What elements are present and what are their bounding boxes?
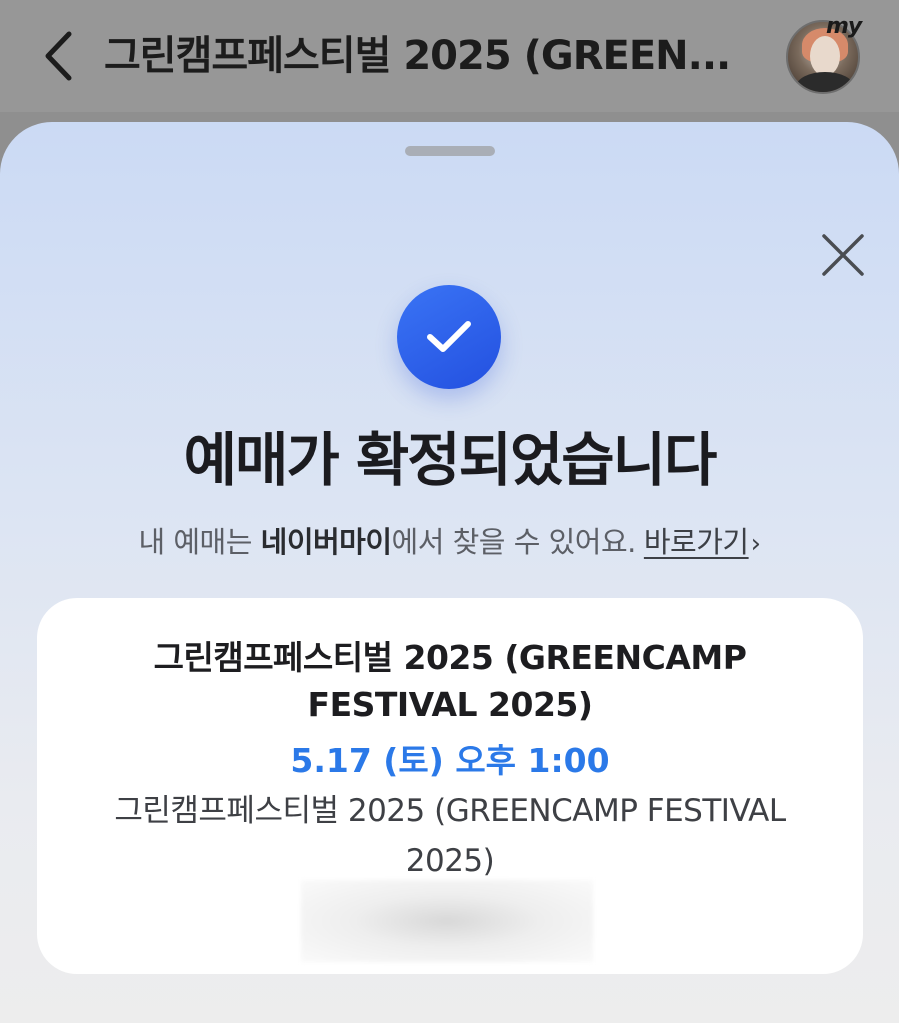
back-arrow-icon	[45, 31, 72, 81]
sheet-drag-handle[interactable]	[405, 146, 495, 156]
confirmation-sheet: 예매가 확정되었습니다 내 예매는 네이버마이에서 찾을 수 있어요. 바로가기›…	[0, 122, 899, 1023]
chevron-right-icon[interactable]: ›	[751, 529, 761, 559]
subtext-suffix: 에서 찾을 수 있어요.	[391, 525, 637, 559]
page-title: 그린캠프페스티벌 2025 (GREEN...	[104, 33, 731, 79]
my-profile-button[interactable]: my	[782, 14, 866, 96]
confirmation-headline: 예매가 확정되었습니다	[183, 426, 718, 494]
close-icon	[822, 234, 864, 276]
ticket-title: 그린캠프페스티벌 2025 (GREENCAMP FESTIVAL 2025)	[153, 638, 747, 724]
close-button[interactable]	[818, 230, 868, 280]
go-now-link[interactable]: 바로가기	[644, 525, 749, 559]
back-button[interactable]	[36, 28, 80, 84]
subtext-prefix: 내 예매는	[138, 525, 261, 559]
success-badge	[397, 285, 501, 389]
confirmation-subtext: 내 예매는 네이버마이에서 찾을 수 있어요. 바로가기›	[0, 520, 899, 566]
naver-my-label: 네이버마이	[260, 525, 392, 559]
ticket-datetime: 5.17 (토) 오후 1:00	[290, 741, 610, 780]
ticket-card[interactable]: 그린캠프페스티벌 2025 (GREENCAMP FESTIVAL 2025) …	[37, 598, 863, 974]
my-badge: my	[826, 14, 862, 39]
checkmark-icon	[427, 321, 471, 352]
blurred-ticket-info	[301, 880, 593, 962]
top-navigation-bar: 그린캠프페스티벌 2025 (GREEN... my	[0, 0, 899, 112]
ticket-venue: 그린캠프페스티벌 2025 (GREENCAMP FESTIVAL 2025)	[114, 793, 786, 879]
